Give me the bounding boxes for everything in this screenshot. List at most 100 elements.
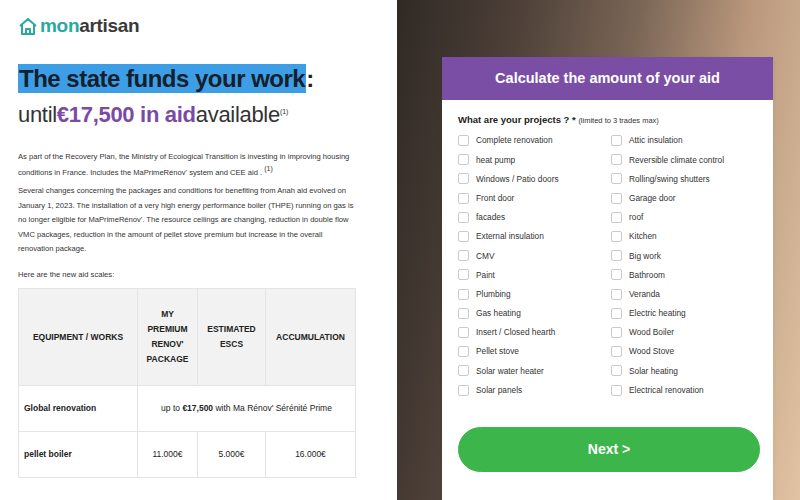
project-option[interactable]: Complete renovation — [458, 131, 611, 150]
option-checkbox[interactable] — [611, 231, 622, 242]
aid-form: Calculate the amount of your aidWhat are… — [442, 57, 773, 500]
project-option[interactable]: facades — [458, 208, 611, 227]
project-option[interactable]: Reversible climate control — [611, 150, 760, 169]
option-label: Kitchen — [629, 230, 657, 242]
aid-amount: €17,500 in aid — [57, 102, 196, 127]
footnote-ref[interactable]: (1) — [264, 165, 273, 172]
project-option[interactable]: Front door — [458, 189, 611, 208]
intro-paragraph: As part of the Recovery Plan, the Minist… — [18, 151, 358, 179]
project-option[interactable]: Solar heating — [611, 361, 760, 380]
option-label: Solar water heater — [476, 365, 544, 377]
option-checkbox[interactable] — [611, 346, 622, 357]
row-label: Global renovation — [19, 386, 138, 432]
option-label: Electrical renovation — [629, 384, 704, 396]
option-checkbox[interactable] — [458, 365, 469, 376]
option-checkbox[interactable] — [611, 327, 622, 338]
option-checkbox[interactable] — [458, 154, 469, 165]
project-option[interactable]: Electric heating — [611, 304, 760, 323]
option-checkbox[interactable] — [458, 193, 469, 204]
house-photo: Calculate the amount of your aidWhat are… — [397, 0, 800, 500]
option-checkbox[interactable] — [458, 231, 469, 242]
project-option[interactable]: Electrical renovation — [611, 380, 760, 399]
table-head: EQUIPMENT / WORKSMY PREMIUM RENOV' PACKA… — [19, 289, 356, 386]
option-checkbox[interactable] — [458, 327, 469, 338]
option-label: Pellet stove — [476, 345, 519, 357]
option-checkbox[interactable] — [611, 193, 622, 204]
option-checkbox[interactable] — [458, 385, 469, 396]
option-checkbox[interactable] — [458, 289, 469, 300]
column-header: ESTIMATED ESCS — [198, 289, 266, 386]
option-checkbox[interactable] — [611, 385, 622, 396]
project-option[interactable]: Rolling/swing shutters — [611, 169, 760, 188]
option-checkbox[interactable] — [458, 250, 469, 261]
project-option[interactable]: Solar panels — [458, 380, 611, 399]
option-checkbox[interactable] — [611, 365, 622, 376]
project-option[interactable]: Pellet stove — [458, 342, 611, 361]
project-option[interactable]: External insulation — [458, 227, 611, 246]
option-label: Wood Boiler — [629, 326, 674, 338]
logo-text: monartisan — [40, 12, 139, 41]
subheadline: until€17,500 in aidavailable(1) — [18, 96, 385, 131]
page: monartisan The state funds your work:unti… — [0, 0, 800, 500]
merged-cell: up to €17,500 with Ma Rénov' Sérénité Pr… — [138, 386, 356, 432]
logo[interactable]: monartisan — [18, 12, 385, 41]
option-label: Big work — [629, 250, 661, 262]
project-option[interactable]: Bathroom — [611, 265, 760, 284]
project-option[interactable]: roof — [611, 208, 760, 227]
project-option[interactable]: Windows / Patio doors — [458, 169, 611, 188]
headline: The state funds your work: — [18, 61, 385, 96]
project-option[interactable]: Kitchen — [611, 227, 760, 246]
option-label: External insulation — [476, 230, 544, 242]
changes-paragraph: Several changes concerning the packages … — [18, 184, 358, 257]
project-option[interactable]: heat pump — [458, 150, 611, 169]
next-button[interactable]: Next > — [458, 427, 760, 472]
project-option[interactable]: Solar water heater — [458, 361, 611, 380]
option-checkbox[interactable] — [611, 269, 622, 280]
project-option[interactable]: Gas heating — [458, 304, 611, 323]
option-checkbox[interactable] — [458, 346, 469, 357]
house-icon — [18, 16, 38, 36]
projects-question: What are your projects ? * (limited to 3… — [458, 114, 760, 127]
table-body: Global renovationup to €17,500 with Ma R… — [19, 386, 356, 478]
option-label: Electric heating — [629, 307, 686, 319]
option-label: Bathroom — [629, 269, 665, 281]
project-option[interactable]: Garage door — [611, 189, 760, 208]
option-checkbox[interactable] — [611, 135, 622, 146]
option-label: Insert / Closed hearth — [476, 326, 555, 338]
row-label: pellet boiler — [19, 432, 138, 478]
option-label: Front door — [476, 192, 514, 204]
option-checkbox[interactable] — [611, 308, 622, 319]
logo-prefix: mon — [40, 15, 79, 36]
project-option[interactable]: Veranda — [611, 285, 760, 304]
option-label: facades — [476, 211, 505, 223]
table-row: pellet boiler11.000€5.000€16.000€ — [19, 432, 356, 478]
option-checkbox[interactable] — [611, 212, 622, 223]
option-label: roof — [629, 211, 643, 223]
project-option[interactable]: Wood Boiler — [611, 323, 760, 342]
option-checkbox[interactable] — [611, 289, 622, 300]
project-option[interactable]: Attic insulation — [611, 131, 760, 150]
option-checkbox[interactable] — [458, 212, 469, 223]
subheadline-after: available — [196, 102, 280, 127]
project-option[interactable]: Paint — [458, 265, 611, 284]
option-checkbox[interactable] — [611, 173, 622, 184]
option-label: Plumbing — [476, 288, 511, 300]
project-option[interactable]: Big work — [611, 246, 760, 265]
value-cell: 16.000€ — [266, 432, 356, 478]
option-checkbox[interactable] — [611, 250, 622, 261]
project-option[interactable]: Wood Stove — [611, 342, 760, 361]
option-checkbox[interactable] — [611, 154, 622, 165]
option-label: Solar heating — [629, 365, 678, 377]
project-option[interactable]: Plumbing — [458, 285, 611, 304]
option-label: Rolling/swing shutters — [629, 173, 710, 185]
scales-label: Here are the new aid scales: — [18, 269, 385, 280]
option-label: Attic insulation — [629, 134, 683, 146]
option-checkbox[interactable] — [458, 269, 469, 280]
option-checkbox[interactable] — [458, 308, 469, 319]
option-checkbox[interactable] — [458, 173, 469, 184]
option-checkbox[interactable] — [458, 135, 469, 146]
cell-text: €17,500 — [182, 403, 213, 413]
footnote-ref[interactable]: (1) — [280, 108, 289, 115]
project-option[interactable]: CMV — [458, 246, 611, 265]
project-option[interactable]: Insert / Closed hearth — [458, 323, 611, 342]
